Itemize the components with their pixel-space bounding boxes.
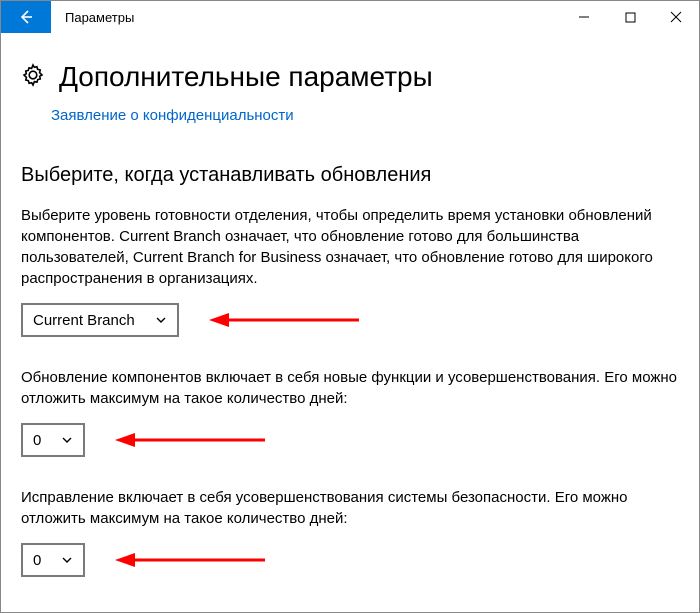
content-area: Дополнительные параметры Заявление о кон…	[1, 33, 699, 577]
feature-defer-days-value: 0	[33, 432, 41, 449]
back-button[interactable]	[1, 1, 51, 33]
annotation-arrow-icon	[209, 308, 359, 332]
close-icon	[670, 11, 682, 23]
window-title: Параметры	[51, 1, 561, 33]
feature-defer-description: Обновление компонентов включает в себя н…	[21, 367, 679, 409]
maximize-icon	[625, 12, 636, 23]
branch-level-value: Current Branch	[33, 312, 135, 329]
window-controls	[561, 1, 699, 33]
chevron-down-icon	[155, 314, 167, 326]
minimize-button[interactable]	[561, 1, 607, 33]
back-arrow-icon	[17, 8, 35, 26]
close-button[interactable]	[653, 1, 699, 33]
page-header: Дополнительные параметры	[21, 61, 679, 93]
annotation-arrow-icon	[115, 548, 265, 572]
quality-defer-days-value: 0	[33, 552, 41, 569]
gear-icon	[21, 63, 45, 92]
titlebar: Параметры	[1, 1, 699, 33]
feature-defer-days-select[interactable]: 0	[21, 423, 85, 457]
maximize-button[interactable]	[607, 1, 653, 33]
chevron-down-icon	[61, 554, 73, 566]
chevron-down-icon	[61, 434, 73, 446]
minimize-icon	[578, 11, 590, 23]
branch-description: Выберите уровень готовности отделения, ч…	[21, 205, 679, 289]
quality-defer-description: Исправление включает в себя усовершенств…	[21, 487, 679, 529]
section-heading: Выберите, когда устанавливать обновления	[21, 164, 679, 187]
privacy-statement-link[interactable]: Заявление о конфиденциальности	[51, 107, 294, 124]
quality-defer-days-select[interactable]: 0	[21, 543, 85, 577]
page-title: Дополнительные параметры	[59, 61, 433, 93]
annotation-arrow-icon	[115, 428, 265, 452]
branch-level-select[interactable]: Current Branch	[21, 303, 179, 337]
